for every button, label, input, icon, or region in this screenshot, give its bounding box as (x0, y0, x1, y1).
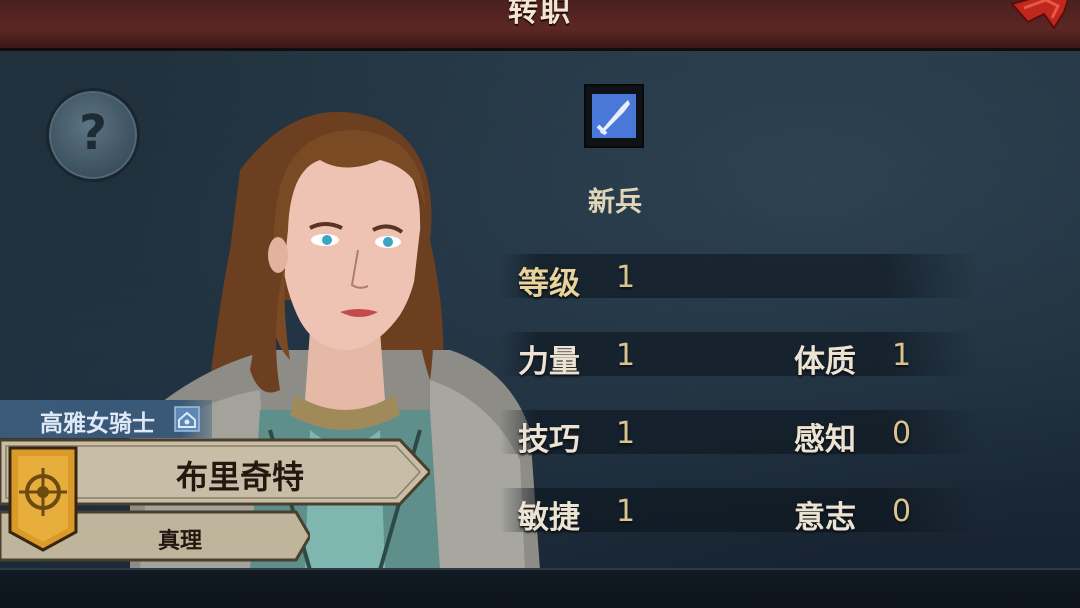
page-title: 转职 (508, 0, 572, 29)
character-name: 布里奇特 (175, 458, 304, 496)
character-title: 高雅女骑士 (40, 411, 155, 437)
question-icon: ? (79, 105, 107, 161)
stat-level-label: 等级 (518, 266, 580, 302)
stat-strength-value: 1 (616, 338, 636, 373)
sword-icon (592, 94, 636, 138)
stat-skill-value: 1 (616, 416, 636, 451)
class-name: 新兵 (588, 187, 642, 218)
stat-perception-value: 0 (892, 416, 912, 451)
stat-willpower-label: 意志 (794, 500, 856, 536)
stat-constitution-value: 1 (892, 338, 912, 373)
stat-willpower-value: 0 (892, 494, 912, 529)
stat-skill-label: 技巧 (518, 422, 580, 458)
close-button[interactable] (1006, 0, 1070, 36)
stat-level-value: 1 (616, 260, 636, 295)
help-button[interactable]: ? (46, 88, 140, 182)
bottom-bar (0, 568, 1080, 608)
stat-agility-label: 敏捷 (518, 500, 580, 536)
stat-constitution-label: 体质 (794, 344, 856, 380)
header-bar: 转职 (0, 0, 1080, 51)
home-icon (174, 406, 200, 432)
faction-emblem-icon (8, 446, 78, 552)
stat-agility-value: 1 (616, 494, 636, 529)
character-faction: 真理 (157, 529, 202, 554)
stat-strength-label: 力量 (518, 344, 580, 380)
stat-perception-label: 感知 (794, 422, 856, 458)
class-badge[interactable] (584, 84, 644, 148)
